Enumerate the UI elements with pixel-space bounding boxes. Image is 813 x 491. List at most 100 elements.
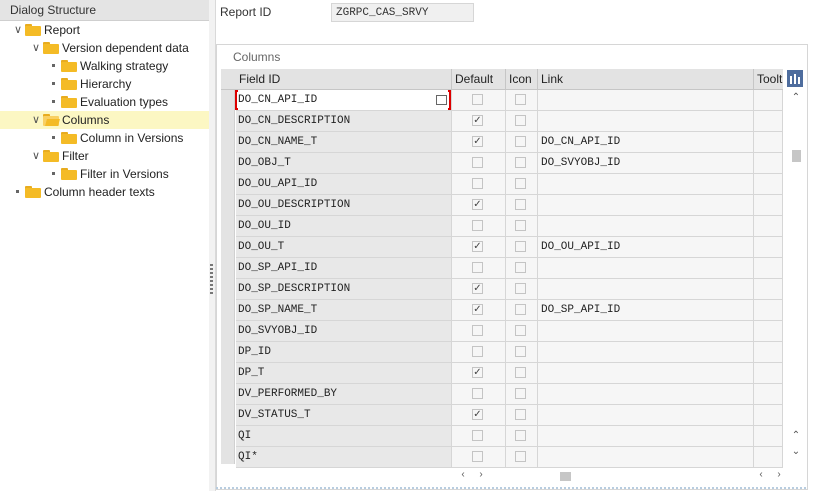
icon-checkbox[interactable] <box>515 178 526 189</box>
field-id-cell[interactable]: DO_OBJ_T <box>236 153 452 174</box>
column-header-icon[interactable]: Icon <box>506 69 538 89</box>
column-header-link[interactable]: Link <box>538 69 754 89</box>
default-checkbox[interactable]: ✓ <box>472 199 483 210</box>
scroll-right-fixed-icon[interactable]: › <box>473 469 489 480</box>
tree-node[interactable]: ∨ Columns <box>0 111 209 129</box>
link-cell[interactable] <box>538 111 754 132</box>
icon-checkbox[interactable] <box>515 388 526 399</box>
tree-node[interactable]: ∨ Report <box>0 21 209 39</box>
default-checkbox[interactable] <box>472 262 483 273</box>
tree-node[interactable]: ∨ Filter <box>0 147 209 165</box>
vertical-scrollbar[interactable]: ⌃ ⌃ ⌄ <box>787 90 805 464</box>
icon-checkbox[interactable] <box>515 367 526 378</box>
tree-node[interactable]: Filter in Versions <box>0 165 209 183</box>
link-cell[interactable] <box>538 342 754 363</box>
scroll-down-icon[interactable]: ⌄ <box>788 446 804 457</box>
field-id-cell[interactable]: QI <box>236 426 452 447</box>
tree-node[interactable]: Evaluation types <box>0 93 209 111</box>
default-checkbox[interactable] <box>472 346 483 357</box>
icon-checkbox[interactable] <box>515 262 526 273</box>
link-cell[interactable] <box>538 258 754 279</box>
field-id-cell[interactable]: DO_SP_DESCRIPTION <box>236 279 452 300</box>
column-header-field-id[interactable]: Field ID <box>236 69 452 89</box>
column-header-default[interactable]: Default <box>452 69 506 89</box>
icon-checkbox[interactable] <box>515 94 526 105</box>
default-checkbox[interactable]: ✓ <box>472 367 483 378</box>
field-id-cell[interactable]: DV_STATUS_T <box>236 405 452 426</box>
report-id-field[interactable]: ZGRPC_CAS_SRVY <box>331 3 474 22</box>
tooltip-cell[interactable] <box>754 258 783 279</box>
tooltip-cell[interactable] <box>754 384 783 405</box>
value-help-icon[interactable] <box>436 95 447 105</box>
icon-checkbox[interactable] <box>515 136 526 147</box>
link-cell[interactable] <box>538 174 754 195</box>
tooltip-cell[interactable] <box>754 447 783 468</box>
icon-checkbox[interactable] <box>515 346 526 357</box>
tooltip-cell[interactable] <box>754 426 783 447</box>
default-checkbox[interactable] <box>472 220 483 231</box>
panel-splitter[interactable] <box>209 0 216 491</box>
select-all-corner[interactable] <box>221 69 236 90</box>
tooltip-cell[interactable] <box>754 363 783 384</box>
icon-checkbox[interactable] <box>515 157 526 168</box>
scroll-left-fixed-icon[interactable]: ‹ <box>455 469 471 480</box>
icon-checkbox[interactable] <box>515 325 526 336</box>
link-cell[interactable] <box>538 279 754 300</box>
column-header-tooltip[interactable]: Toolt <box>754 69 783 89</box>
link-cell[interactable] <box>538 363 754 384</box>
scroll-up-icon[interactable]: ⌃ <box>788 92 804 103</box>
link-cell[interactable]: DO_SP_API_ID <box>538 300 754 321</box>
tooltip-cell[interactable] <box>754 300 783 321</box>
horizontal-scrollbar[interactable]: ‹ › ‹ › <box>221 467 806 485</box>
default-checkbox[interactable] <box>472 94 483 105</box>
tooltip-cell[interactable] <box>754 321 783 342</box>
expand-toggle-icon[interactable]: ∨ <box>12 21 24 39</box>
tree-node[interactable]: Hierarchy <box>0 75 209 93</box>
field-id-cell[interactable]: DO_SP_NAME_T <box>236 300 452 321</box>
expand-toggle-icon[interactable]: ∨ <box>30 111 42 129</box>
field-id-cell[interactable]: DO_CN_NAME_T <box>236 132 452 153</box>
link-cell[interactable] <box>538 321 754 342</box>
field-id-cell[interactable]: DO_SP_API_ID <box>236 258 452 279</box>
tree-node[interactable]: Walking strategy <box>0 57 209 75</box>
default-checkbox[interactable] <box>472 451 483 462</box>
tooltip-cell[interactable] <box>754 174 783 195</box>
expand-toggle-icon[interactable]: ∨ <box>30 147 42 165</box>
horizontal-scroll-thumb[interactable] <box>560 472 571 481</box>
tooltip-cell[interactable] <box>754 90 783 111</box>
icon-checkbox[interactable] <box>515 220 526 231</box>
expand-toggle-icon[interactable]: ∨ <box>30 39 42 57</box>
default-checkbox[interactable]: ✓ <box>472 115 483 126</box>
default-checkbox[interactable]: ✓ <box>472 409 483 420</box>
scroll-left-icon[interactable]: ‹ <box>753 469 769 480</box>
tooltip-cell[interactable] <box>754 279 783 300</box>
default-checkbox[interactable] <box>472 157 483 168</box>
default-checkbox[interactable] <box>472 178 483 189</box>
field-id-cell[interactable]: DV_PERFORMED_BY <box>236 384 452 405</box>
field-id-cell[interactable]: DP_ID <box>236 342 452 363</box>
tooltip-cell[interactable] <box>754 342 783 363</box>
link-cell[interactable] <box>538 195 754 216</box>
icon-checkbox[interactable] <box>515 241 526 252</box>
vertical-scroll-thumb[interactable] <box>792 150 801 162</box>
icon-checkbox[interactable] <box>515 283 526 294</box>
table-settings-button[interactable] <box>787 70 803 87</box>
tooltip-cell[interactable] <box>754 153 783 174</box>
tooltip-cell[interactable] <box>754 405 783 426</box>
icon-checkbox[interactable] <box>515 115 526 126</box>
icon-checkbox[interactable] <box>515 430 526 441</box>
default-checkbox[interactable]: ✓ <box>472 283 483 294</box>
tooltip-cell[interactable] <box>754 111 783 132</box>
tree-node[interactable]: Column in Versions <box>0 129 209 147</box>
link-cell[interactable]: DO_OU_API_ID <box>538 237 754 258</box>
field-id-cell[interactable]: DP_T <box>236 363 452 384</box>
scroll-right-icon[interactable]: › <box>771 469 787 480</box>
default-checkbox[interactable]: ✓ <box>472 304 483 315</box>
default-checkbox[interactable] <box>472 325 483 336</box>
icon-checkbox[interactable] <box>515 304 526 315</box>
link-cell[interactable] <box>538 405 754 426</box>
field-id-cell[interactable]: DO_CN_DESCRIPTION <box>236 111 452 132</box>
icon-checkbox[interactable] <box>515 409 526 420</box>
link-cell[interactable]: DO_CN_API_ID <box>538 132 754 153</box>
field-id-cell[interactable]: DO_OU_API_ID <box>236 174 452 195</box>
